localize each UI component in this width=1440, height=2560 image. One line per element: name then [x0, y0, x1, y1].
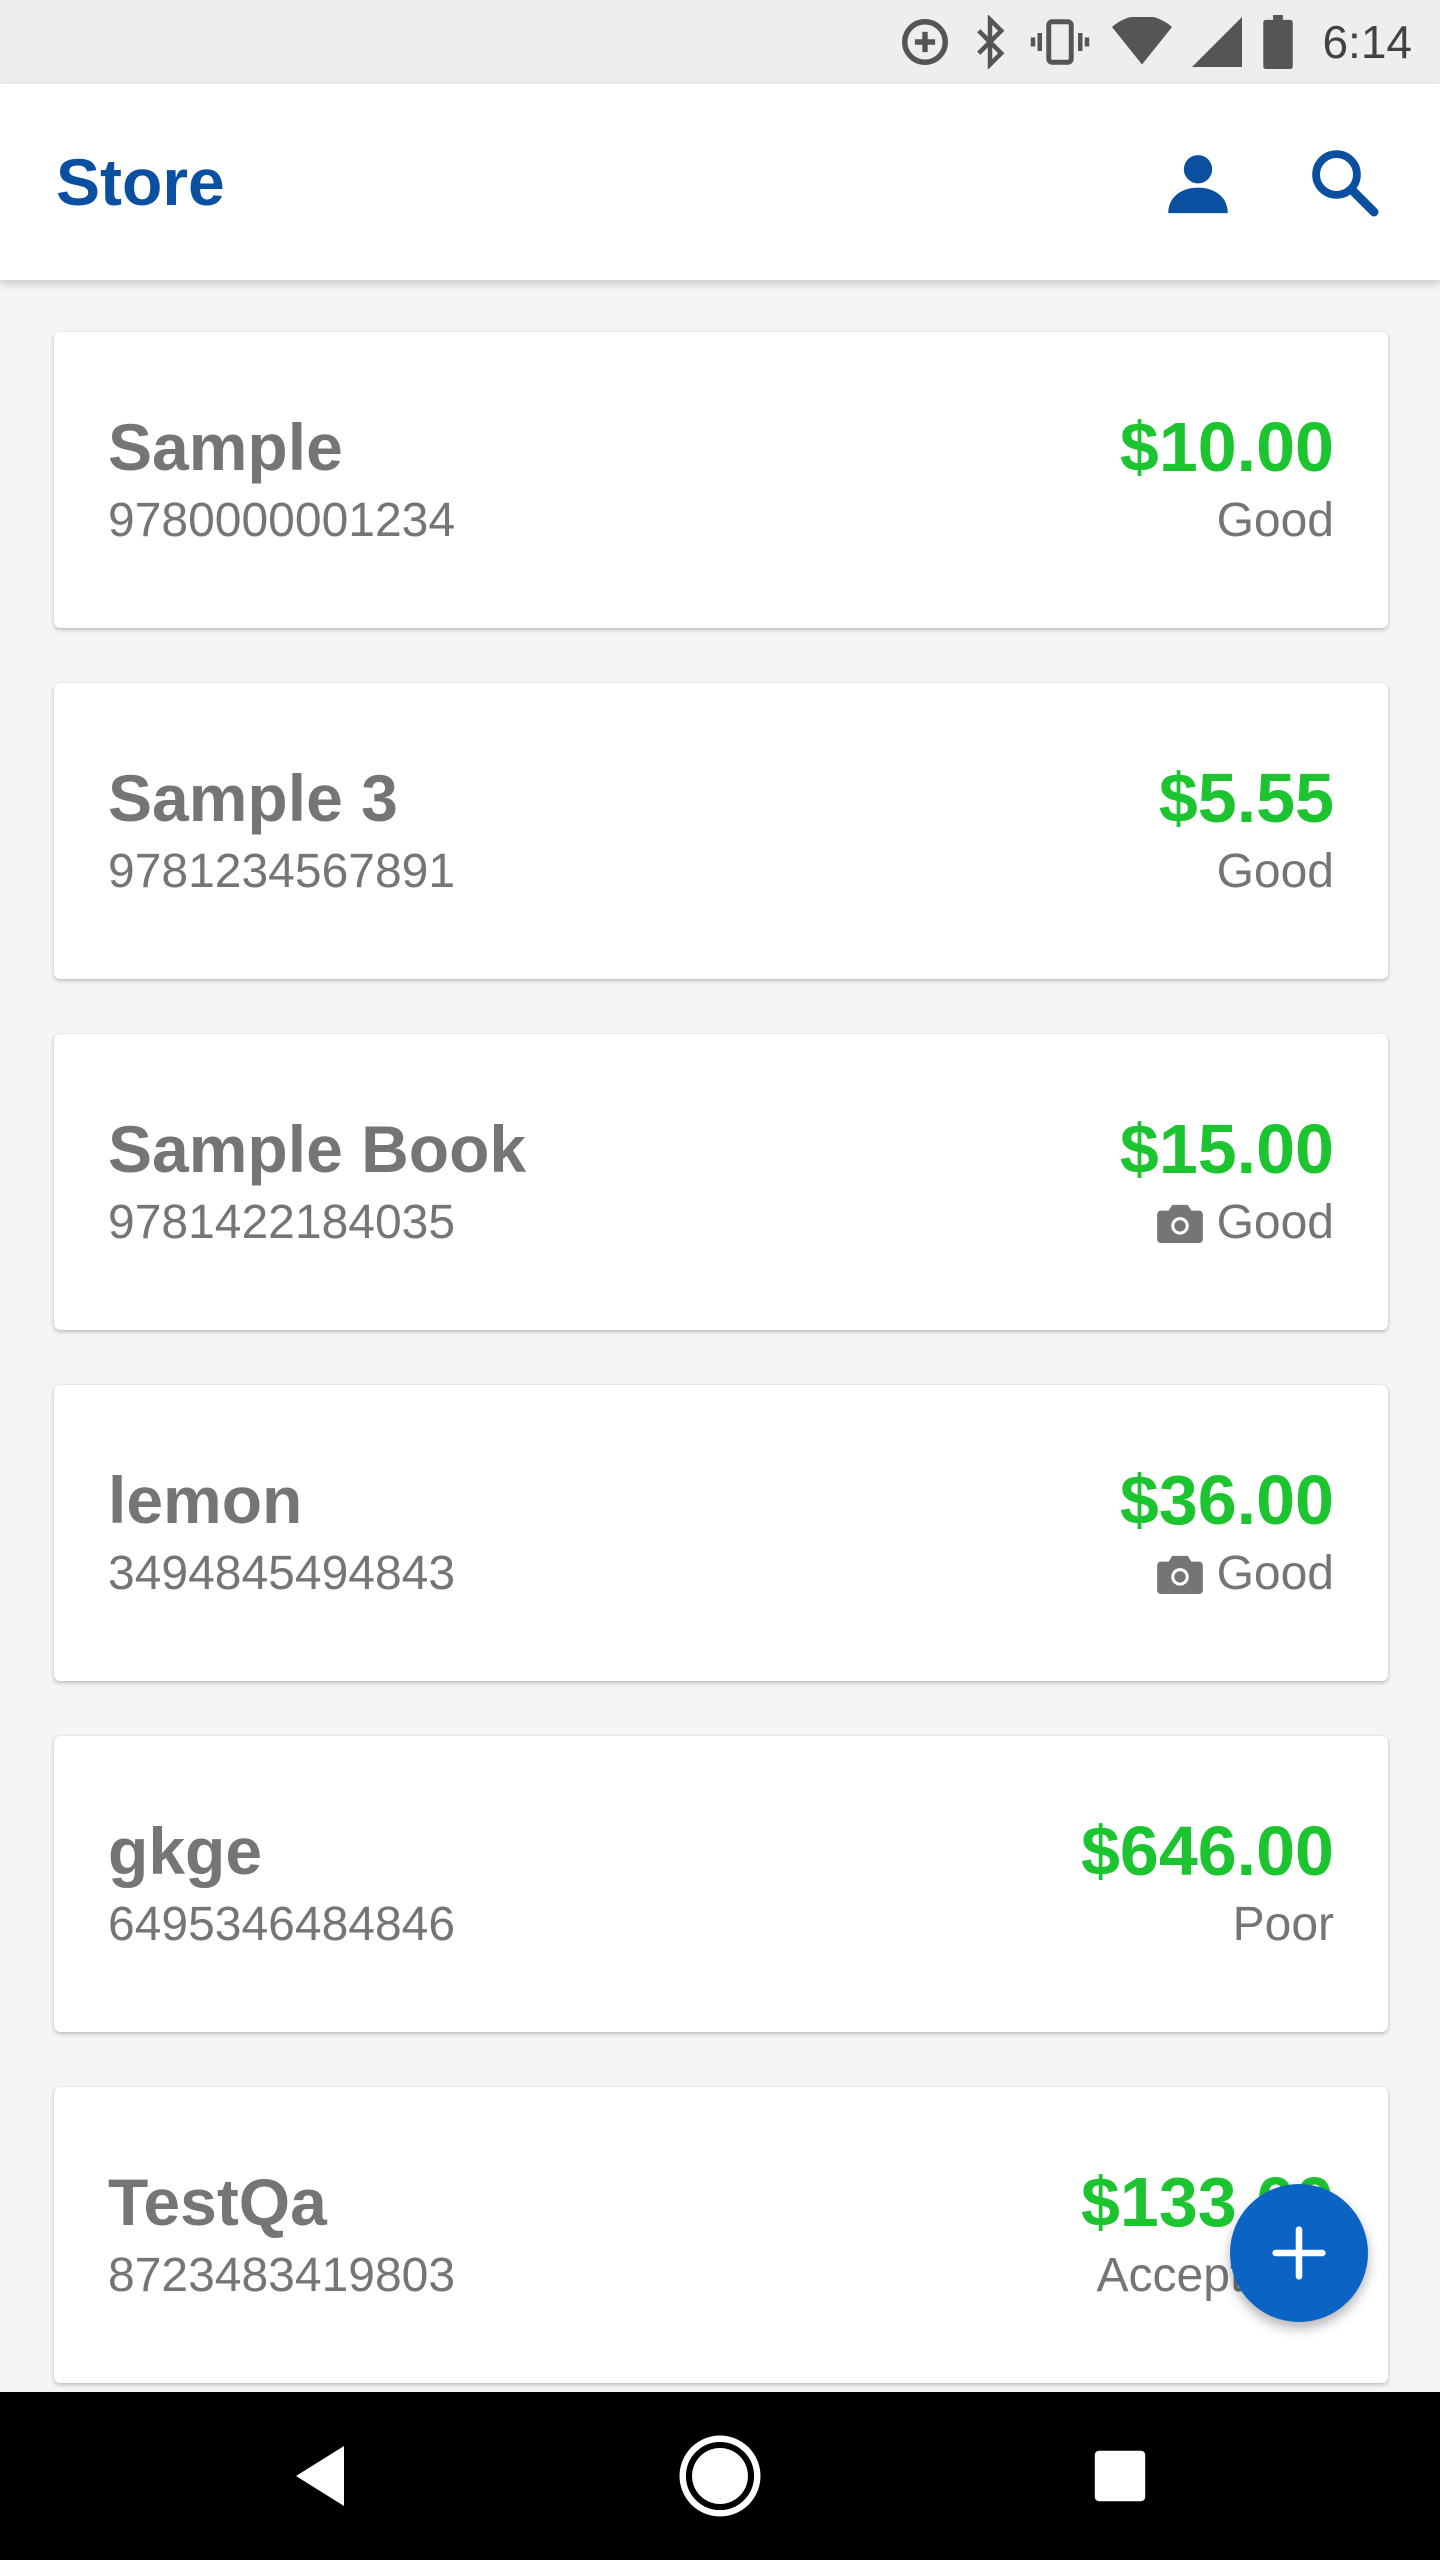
listing-isbn: 3494845494843 — [108, 1547, 456, 1600]
list-item[interactable]: gkge 6495346484846 $646.00 Poor — [54, 1736, 1388, 2032]
cell-signal-icon — [1192, 14, 1243, 70]
listing-price: $10.00 — [1119, 408, 1334, 486]
listing-isbn: 8723483419803 — [108, 2249, 456, 2302]
wifi-icon — [1112, 14, 1173, 70]
bluetooth-icon — [972, 14, 1008, 70]
back-icon — [296, 2446, 344, 2506]
listing-condition: Good — [1216, 494, 1334, 547]
listing-list[interactable]: Sample 9780000001234 $10.00 Good Sample … — [0, 280, 1440, 2392]
recents-icon — [1094, 2450, 1146, 2502]
listing-condition: Good — [1216, 845, 1334, 898]
listing-price: $36.00 — [1119, 1461, 1334, 1539]
list-item[interactable]: Sample 3 9781234567891 $5.55 Good — [54, 683, 1388, 979]
listing-isbn: 9781234567891 — [108, 845, 456, 898]
home-button[interactable] — [640, 2416, 800, 2536]
listing-condition: Poor — [1232, 1898, 1334, 1951]
home-icon — [679, 2435, 761, 2517]
data-saver-icon — [898, 14, 952, 70]
account-icon — [1168, 155, 1228, 214]
list-item[interactable]: Sample 9780000001234 $10.00 Good — [54, 332, 1388, 628]
page-title: Store — [56, 145, 225, 219]
listing-title: Sample 3 — [108, 761, 398, 835]
listing-isbn: 6495346484846 — [108, 1898, 456, 1951]
app-bar: Store — [0, 84, 1440, 280]
listing-title: TestQa — [108, 2165, 327, 2239]
listing-isbn: 9780000001234 — [108, 494, 456, 547]
system-nav-bar — [0, 2392, 1440, 2560]
vibrate-icon — [1028, 14, 1092, 70]
status-bar: 6:14 — [0, 0, 1440, 84]
listing-price: $15.00 — [1119, 1110, 1334, 1188]
list-item[interactable]: Sample Book 9781422184035 $15.00 Good — [54, 1034, 1388, 1330]
search-button[interactable] — [1284, 122, 1404, 242]
recents-button[interactable] — [1040, 2416, 1200, 2536]
plus-icon — [1272, 2226, 1326, 2280]
listing-price: $5.55 — [1158, 759, 1334, 837]
add-listing-button[interactable] — [1230, 2184, 1368, 2322]
camera-icon — [1156, 1555, 1203, 1594]
listing-isbn: 9781422184035 — [108, 1196, 456, 1249]
list-item[interactable]: TestQa 8723483419803 $133.00 Acceptable — [54, 2087, 1388, 2383]
listing-title: gkge — [108, 1814, 263, 1888]
listing-price: $646.00 — [1080, 1812, 1334, 1890]
listing-condition: Good — [1216, 1196, 1334, 1249]
account-button[interactable] — [1138, 122, 1258, 242]
listing-title: lemon — [108, 1463, 303, 1537]
listing-condition: Good — [1216, 1547, 1334, 1600]
battery-icon — [1262, 14, 1294, 70]
listing-title: Sample — [108, 410, 343, 484]
camera-icon — [1156, 1204, 1203, 1243]
search-icon — [1312, 150, 1379, 217]
back-button[interactable] — [240, 2416, 400, 2536]
listing-title: Sample Book — [108, 1112, 527, 1186]
status-time: 6:14 — [1322, 16, 1412, 68]
list-item[interactable]: lemon 3494845494843 $36.00 Good — [54, 1385, 1388, 1681]
